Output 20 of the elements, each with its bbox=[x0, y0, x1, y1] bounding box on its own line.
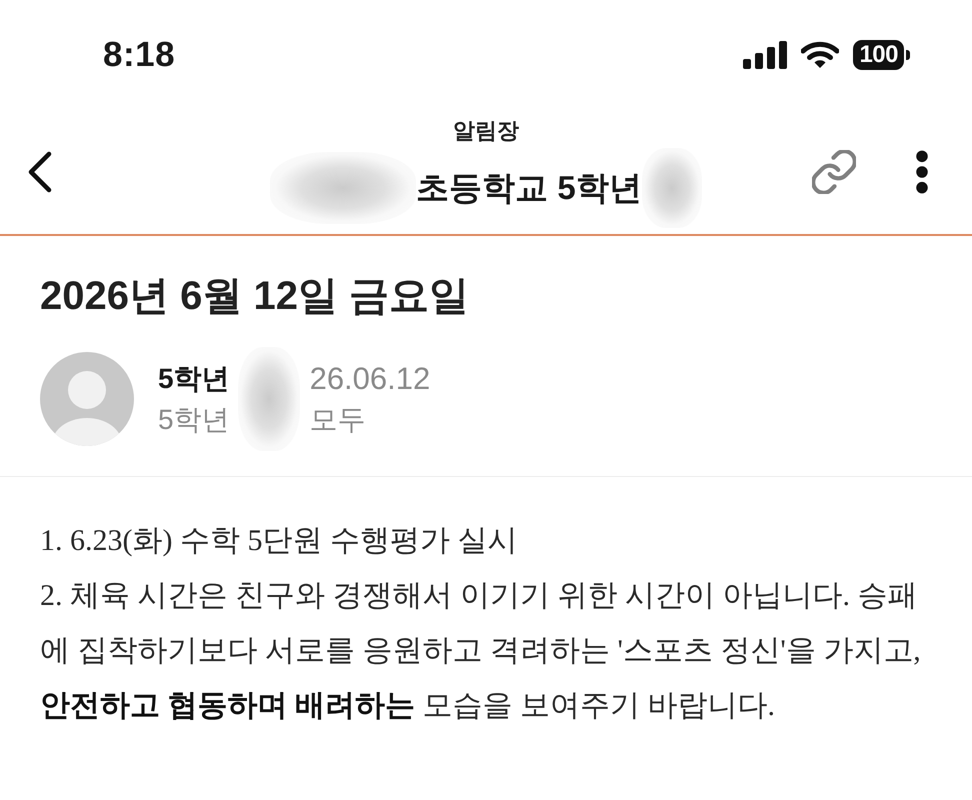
battery-indicator: 100 bbox=[853, 40, 910, 70]
status-time: 8:18 bbox=[103, 35, 176, 75]
more-icon bbox=[914, 149, 930, 195]
class-name: 5학년 bbox=[158, 402, 230, 436]
author-name: 5학년 bbox=[158, 362, 230, 396]
link-button[interactable] bbox=[812, 150, 856, 194]
audience-label: 모두 bbox=[310, 402, 367, 436]
back-chevron-icon bbox=[27, 151, 53, 193]
header-title: 초등학교 5학년 bbox=[416, 168, 642, 208]
notice-paragraph: 1. 6.23(화) 수학 5단원 수행평가 실시 bbox=[40, 523, 518, 559]
header-subtitle: 알림장 bbox=[453, 117, 519, 145]
back-button[interactable] bbox=[27, 151, 53, 193]
link-icon bbox=[812, 150, 856, 194]
notice-paragraph: 2. 체육 시간은 친구와 경쟁해서 이기기 위한 시간이 아닙니다. 승패에 집착하기보다 서로를 응원하고 격려하는 '스포츠 정신'을 가지고, 안전하고 협동하며 배려하는 모습을 보여주기 바랍니다. bbox=[40, 578, 922, 724]
post-date: 26.06.12 bbox=[310, 360, 430, 396]
avatar-icon bbox=[40, 352, 134, 446]
post-title: 2026년 6월 12일 금요일 bbox=[40, 273, 470, 320]
more-button[interactable] bbox=[914, 149, 930, 195]
wifi-icon bbox=[801, 41, 840, 69]
signal-icon bbox=[743, 41, 788, 69]
